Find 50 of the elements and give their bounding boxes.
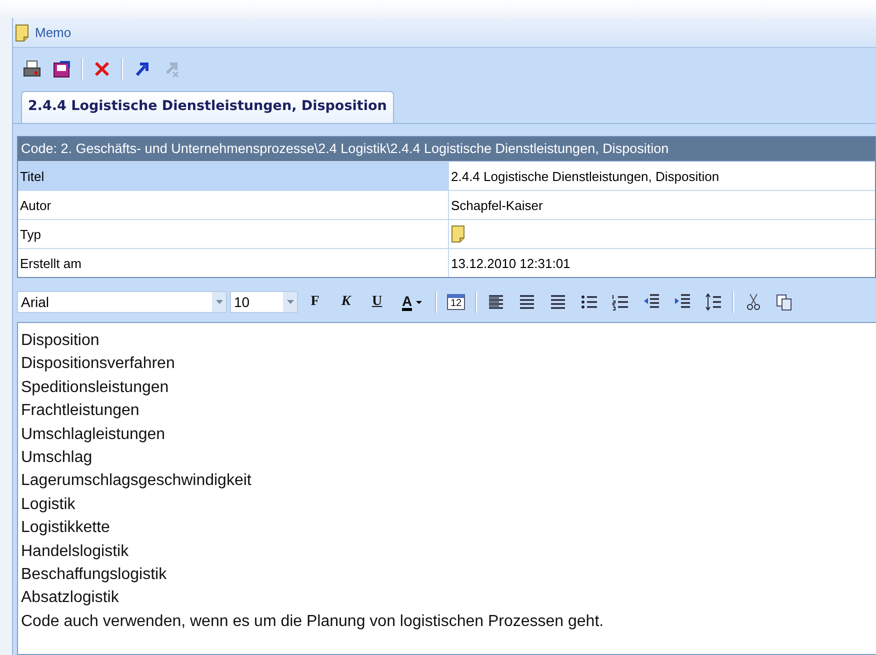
memo-tab[interactable]: 2.4.4 Logistische Dienstleistungen, Disposition [21,91,394,123]
property-row[interactable]: Typ [18,219,875,248]
memo-text-line: Beschaffungslogistik [21,565,168,586]
italic-button[interactable]: K [332,290,360,314]
property-label: Titel [18,162,448,190]
caret-icon [416,300,422,304]
align-left-icon [486,292,506,312]
export-icon [52,59,72,79]
memo-text-line: Speditionsleistungen [21,378,170,398]
insert-date-button[interactable]: 12 [442,290,470,314]
size-dropdown[interactable]: 10 [230,291,298,313]
property-row[interactable]: Titel 2.4.4 Logistische Dienstleistungen, Disposition [18,161,875,190]
delete-icon [93,60,111,78]
align-right-icon [548,292,568,312]
property-row[interactable]: Erstellt am 13.12.2010 12:31:01 [18,248,875,277]
memo-text-line: Logistikkette [21,518,111,538]
property-label: Typ [19,226,42,244]
arrow-icon [134,60,150,78]
property-value: 2.4.4 Logistische Dienstleistungen, Disposition [448,162,875,190]
memo-text-line: Code auch verwenden, wenn es um die Planung von logistischen Prozessen geht. [21,612,605,632]
memo-text-line: Frachtleistungen [21,401,140,422]
copy-icon [774,292,794,312]
memo-text-line: Dispositionsverfahren [21,354,176,374]
memo-text-line: Disposition [21,331,100,351]
bold-button[interactable]: F [301,290,329,314]
memo-text-line: Umschlagleistungen [21,424,166,445]
property-label: Erstellt am [19,254,82,272]
memo-text-line: Umschlag [21,448,94,468]
underline-button[interactable]: U [363,290,391,314]
memo-icon [15,24,29,42]
memo-text-line: Lagerumschlagsgeschwindigkeit [21,471,252,492]
property-value: Schapfel-Kaiser [448,191,875,219]
printer-icon [22,59,42,79]
memo-text-line: Absatzlogistik [21,588,120,608]
font-dropdown[interactable]: Arial [17,291,227,313]
property-value: 13.12.2010 12:31:01 [448,249,875,277]
property-label: Autor [19,196,52,214]
numbered-list-icon [610,292,630,312]
dropdown-arrow-icon [286,300,294,304]
align-center-icon [518,292,536,312]
memo-text-line: Logistik [21,494,76,515]
dropdown-arrow-icon [216,300,222,304]
property-row[interactable]: Autor Schapfel-Kaiser [18,190,875,219]
code-path-header: Code: 2. Geschäfts- und Unternehmensprozesse\2.4 Logistik\2.4.4 Logistische Dienstleistungen, Disposition [18,137,875,161]
arrow-cross-icon [164,60,180,78]
font-color-button[interactable]: A [394,290,430,314]
line-spacing-icon [704,292,722,312]
memo-type-icon [451,225,465,243]
window-title: Memo [35,25,72,40]
memo-text-line: Handelslogistik [21,542,130,562]
